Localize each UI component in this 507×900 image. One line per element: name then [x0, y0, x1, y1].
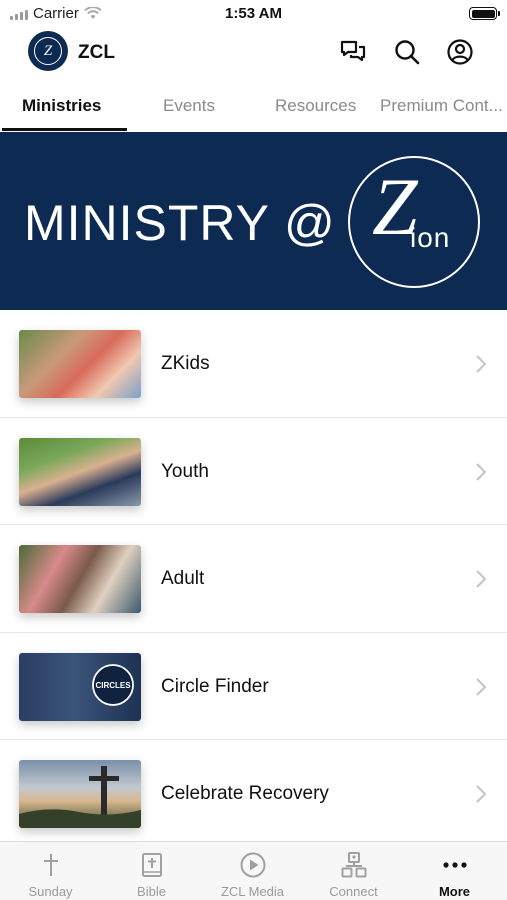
nav-label: ZCL Media — [220, 884, 285, 899]
list-item-circle-finder[interactable]: CIRCLES Circle Finder — [0, 632, 507, 740]
app-name: ZCL — [78, 42, 115, 63]
tab-events[interactable]: Events — [163, 96, 215, 116]
list-item-youth[interactable]: Youth — [0, 417, 507, 525]
adult-photo — [19, 545, 141, 613]
list-item-zkids[interactable]: ZKids — [0, 310, 507, 418]
tab-resources[interactable]: Resources — [275, 96, 356, 116]
status-time: 1:53 AM — [225, 5, 282, 22]
nav-label: Sunday — [28, 884, 73, 899]
tab-premium-content[interactable]: Premium Cont... — [380, 96, 503, 116]
chevron-right-icon — [476, 355, 487, 373]
list-item-label: Adult — [161, 568, 205, 589]
connect-icon — [340, 851, 368, 879]
tab-bar: Ministries Events Resources Premium Cont… — [0, 84, 507, 132]
list-item-label: Circle Finder — [161, 675, 269, 697]
chevron-right-icon — [476, 785, 487, 803]
cross-photo — [19, 760, 141, 828]
chevron-right-icon — [476, 677, 487, 696]
ministry-banner: MINISTRY @ Z ion — [0, 132, 507, 310]
list-item-adult[interactable]: Adult — [0, 525, 507, 633]
cross-silhouette-icon — [19, 766, 141, 828]
zkids-photo — [19, 330, 141, 398]
list-item-label: Celebrate Recovery — [161, 783, 329, 804]
chevron-right-icon — [476, 462, 487, 481]
circles-photo: CIRCLES — [19, 652, 141, 721]
chat-icon[interactable] — [339, 38, 367, 66]
nav-zcl-media[interactable]: ZCL Media — [202, 842, 303, 900]
nav-label: Bible — [137, 884, 166, 899]
search-icon[interactable] — [393, 38, 421, 66]
status-bar: Carrier 1:53 AM — [0, 0, 507, 26]
nav-connect[interactable]: Connect — [303, 842, 404, 900]
ministries-list: ZKids Youth Adult CIRCLES Circle Finder — [0, 310, 507, 848]
youth-photo — [19, 437, 141, 506]
app-header: Z ZCL — [0, 28, 507, 78]
battery-icon — [469, 7, 500, 20]
active-tab-indicator — [2, 128, 127, 131]
bible-icon — [138, 851, 166, 879]
circles-badge-text: CIRCLES — [95, 681, 131, 690]
play-icon — [239, 851, 267, 879]
nav-label: More — [438, 884, 471, 899]
circles-badge-icon: CIRCLES — [92, 663, 134, 706]
banner-title: MINISTRY @ — [24, 195, 336, 251]
profile-icon[interactable] — [446, 38, 474, 66]
more-icon — [441, 851, 469, 879]
bottom-nav: Sunday Bible ZCL Media Connect More — [0, 841, 507, 900]
logo-letter: Z — [34, 37, 62, 65]
list-item-label: Youth — [161, 460, 209, 482]
nav-label: Connect — [329, 884, 378, 899]
chevron-right-icon — [476, 570, 487, 588]
list-item-label: ZKids — [161, 353, 210, 374]
app-logo[interactable]: Z — [28, 31, 68, 71]
tab-ministries[interactable]: Ministries — [22, 96, 101, 116]
nav-bible[interactable]: Bible — [101, 842, 202, 900]
zion-logo: Z ion — [348, 156, 480, 288]
nav-sunday[interactable]: Sunday — [0, 842, 101, 900]
cross-icon — [37, 851, 65, 879]
list-item-celebrate-recovery[interactable]: Celebrate Recovery — [0, 740, 507, 848]
nav-more[interactable]: More — [404, 842, 505, 900]
